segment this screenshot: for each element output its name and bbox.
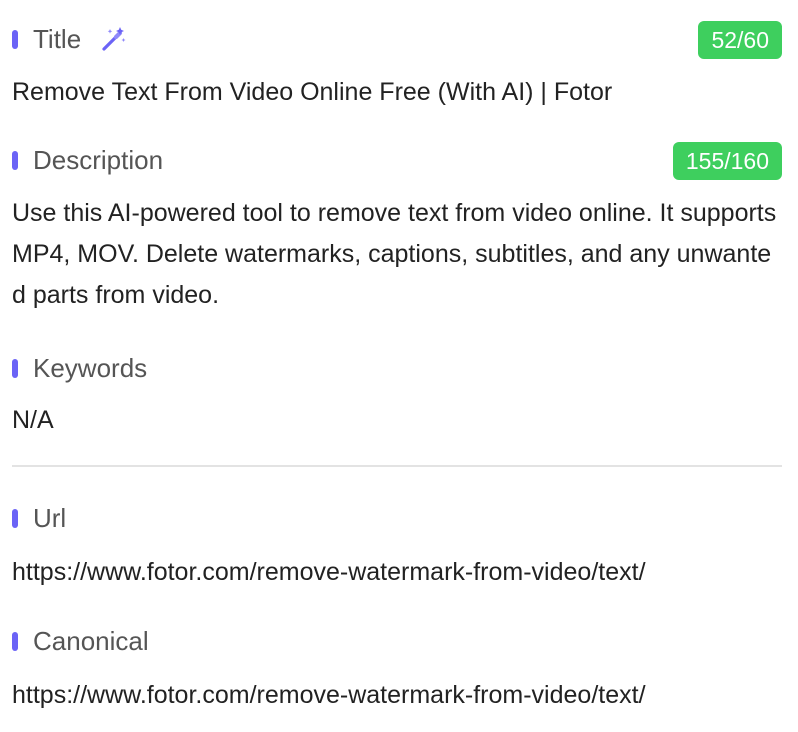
- title-char-count-badge: 52/60: [698, 21, 782, 59]
- url-value: https://www.fotor.com/remove-watermark-f…: [12, 558, 646, 586]
- title-value: Remove Text From Video Online Free (With…: [12, 78, 613, 106]
- description-value: Use this AI-powered tool to remove text …: [12, 199, 777, 309]
- title-section: Title 52/60 Remove Text From Video Onlin…: [12, 21, 782, 113]
- description-label-row: Description 155/160: [12, 142, 782, 180]
- canonical-label-row: Canonical: [12, 623, 782, 659]
- description-label: Description: [33, 145, 164, 175]
- keywords-label-row: Keywords: [12, 350, 782, 386]
- accent-bar: [12, 358, 18, 378]
- url-section: Url https://www.fotor.com/remove-waterma…: [12, 500, 782, 593]
- accent-bar: [12, 150, 18, 170]
- description-char-count-badge: 155/160: [672, 142, 782, 180]
- url-label-row: Url: [12, 500, 782, 536]
- divider: [12, 465, 782, 467]
- url-label: Url: [33, 503, 67, 533]
- accent-bar: [12, 508, 18, 528]
- canonical-section: Canonical https://www.fotor.com/remove-w…: [12, 623, 782, 716]
- title-label-row: Title 52/60: [12, 21, 782, 59]
- keywords-value: N/A: [12, 406, 54, 434]
- canonical-value: https://www.fotor.com/remove-watermark-f…: [12, 681, 646, 709]
- magic-wand-icon[interactable]: [99, 25, 127, 53]
- accent-bar: [12, 29, 18, 49]
- title-label: Title: [33, 24, 82, 54]
- description-section: Description 155/160 Use this AI-powered …: [12, 142, 782, 316]
- accent-bar: [12, 631, 18, 651]
- keywords-section: Keywords N/A: [12, 350, 782, 441]
- keywords-label: Keywords: [33, 353, 148, 383]
- canonical-label: Canonical: [33, 626, 149, 656]
